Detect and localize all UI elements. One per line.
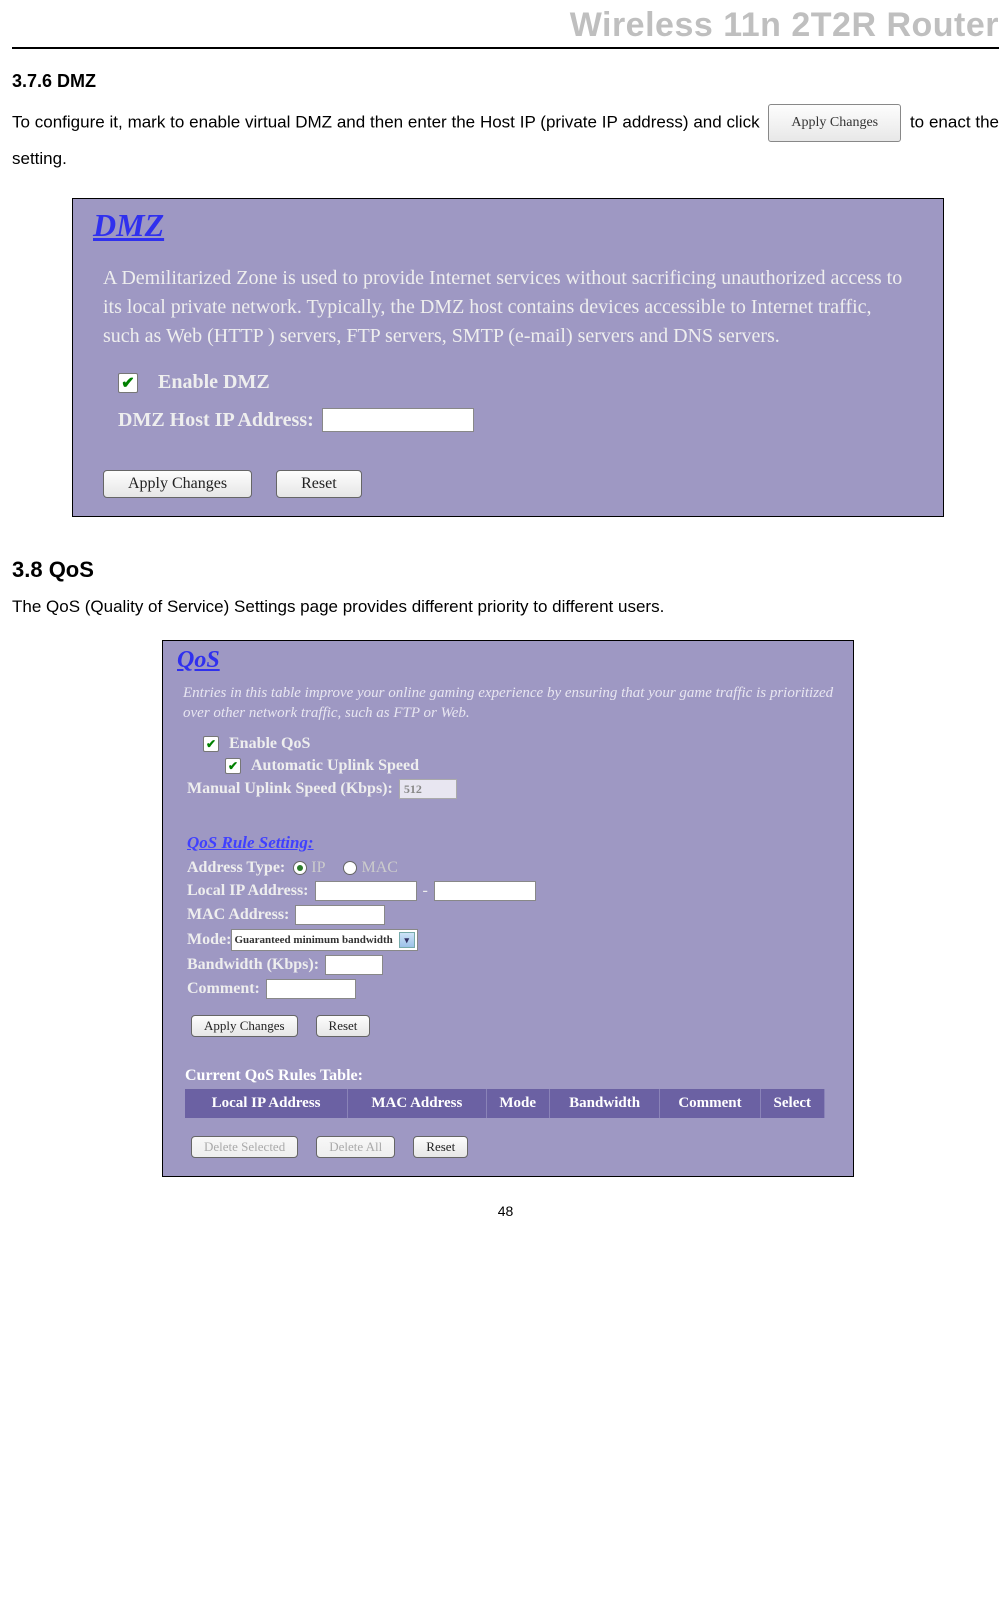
address-type-ip-label: IP — [311, 859, 325, 877]
manual-uplink-input[interactable]: 512 — [399, 779, 457, 799]
address-type-ip-radio[interactable] — [293, 861, 307, 875]
dmz-reset-button[interactable]: Reset — [276, 470, 362, 498]
col-local-ip: Local IP Address — [185, 1089, 348, 1118]
col-select: Select — [760, 1089, 824, 1118]
dmz-host-ip-input[interactable] — [322, 408, 474, 432]
auto-uplink-label: Automatic Uplink Speed — [251, 757, 419, 775]
qos-reset-button[interactable]: Reset — [316, 1015, 371, 1037]
col-mode: Mode — [486, 1089, 549, 1118]
mode-select[interactable]: Guaranteed minimum bandwidth ▾ — [231, 929, 417, 951]
dmz-screenshot: DMZ A Demilitarized Zone is used to prov… — [72, 198, 944, 517]
address-type-mac-label: MAC — [361, 859, 397, 877]
qos-panel-desc: Entries in this table improve your onlin… — [163, 676, 853, 733]
enable-qos-checkbox[interactable]: ✔ — [203, 736, 219, 752]
section-3-8-body: The QoS (Quality of Service) Settings pa… — [12, 593, 999, 620]
mac-address-input[interactable] — [295, 905, 385, 925]
inline-apply-changes-button: Apply Changes — [768, 104, 901, 142]
col-mac: MAC Address — [348, 1089, 486, 1118]
section-3-7-6-heading: 3.7.6 DMZ — [12, 71, 999, 92]
qos-rule-setting-heading: QoS Rule Setting: — [163, 823, 853, 857]
dmz-intro-pre: To configure it, mark to enable virtual … — [12, 112, 764, 131]
local-ip-from-input[interactable] — [315, 881, 417, 901]
col-comment: Comment — [660, 1089, 760, 1118]
section-3-7-6-body: To configure it, mark to enable virtual … — [12, 104, 999, 176]
enable-dmz-checkbox[interactable]: ✔ — [118, 373, 138, 393]
comment-input[interactable] — [266, 979, 356, 999]
auto-uplink-checkbox[interactable]: ✔ — [225, 758, 241, 774]
dmz-panel-title: DMZ — [73, 199, 943, 248]
dmz-host-ip-label: DMZ Host IP Address: — [118, 409, 314, 432]
qos-panel-title: QoS — [163, 641, 853, 676]
local-ip-to-input[interactable] — [434, 881, 536, 901]
chevron-down-icon: ▾ — [399, 932, 415, 948]
local-ip-label: Local IP Address: — [187, 882, 309, 900]
ip-dash: - — [417, 882, 434, 900]
qos-rules-table: Local IP Address MAC Address Mode Bandwi… — [185, 1089, 825, 1118]
dmz-apply-changes-button[interactable]: Apply Changes — [103, 470, 252, 498]
qos-rules-table-title: Current QoS Rules Table: — [163, 1041, 853, 1089]
qos-screenshot: QoS Entries in this table improve your o… — [162, 640, 854, 1177]
mode-label: Mode: — [187, 931, 231, 949]
col-bandwidth: Bandwidth — [549, 1089, 660, 1118]
page-number: 48 — [12, 1177, 999, 1229]
section-3-8-heading: 3.8 QoS — [12, 557, 999, 583]
bandwidth-input[interactable] — [325, 955, 383, 975]
comment-label: Comment: — [187, 980, 260, 998]
address-type-mac-radio[interactable] — [343, 861, 357, 875]
dmz-panel-desc: A Demilitarized Zone is used to provide … — [73, 248, 943, 367]
enable-dmz-label: Enable DMZ — [158, 371, 270, 394]
delete-all-button[interactable]: Delete All — [316, 1136, 395, 1158]
page-header-title: Wireless 11n 2T2R Router — [12, 6, 999, 45]
enable-qos-label: Enable QoS — [229, 735, 310, 753]
mode-select-value: Guaranteed minimum bandwidth — [234, 934, 392, 946]
bandwidth-label: Bandwidth (Kbps): — [187, 956, 319, 974]
delete-selected-button[interactable]: Delete Selected — [191, 1136, 298, 1158]
address-type-label: Address Type: — [187, 859, 285, 877]
qos-apply-changes-button[interactable]: Apply Changes — [191, 1015, 298, 1037]
qos-table-reset-button[interactable]: Reset — [413, 1136, 468, 1158]
manual-uplink-label: Manual Uplink Speed (Kbps): — [187, 780, 393, 798]
mac-address-label: MAC Address: — [187, 906, 289, 924]
